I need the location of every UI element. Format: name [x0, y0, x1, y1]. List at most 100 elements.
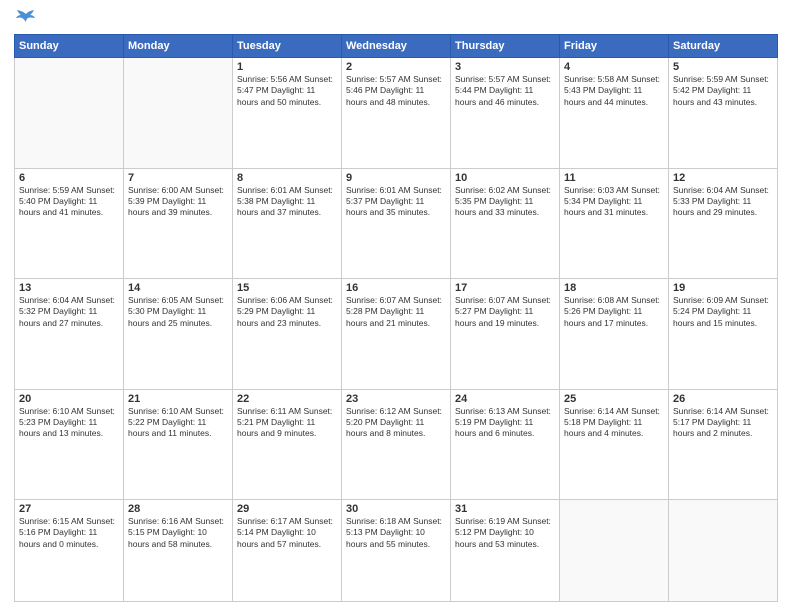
day-info: Sunrise: 6:16 AM Sunset: 5:15 PM Dayligh…	[128, 516, 228, 550]
calendar-cell: 8Sunrise: 6:01 AM Sunset: 5:38 PM Daylig…	[233, 168, 342, 279]
day-number: 20	[19, 393, 119, 405]
calendar-week-2: 6Sunrise: 5:59 AM Sunset: 5:40 PM Daylig…	[15, 168, 778, 279]
day-number: 15	[237, 282, 337, 294]
calendar-cell: 11Sunrise: 6:03 AM Sunset: 5:34 PM Dayli…	[560, 168, 669, 279]
calendar-cell: 2Sunrise: 5:57 AM Sunset: 5:46 PM Daylig…	[342, 58, 451, 169]
day-number: 25	[564, 393, 664, 405]
day-number: 23	[346, 393, 446, 405]
calendar-cell	[560, 500, 669, 602]
day-number: 3	[455, 61, 555, 73]
day-number: 22	[237, 393, 337, 405]
day-info: Sunrise: 6:01 AM Sunset: 5:38 PM Dayligh…	[237, 185, 337, 219]
calendar-cell: 14Sunrise: 6:05 AM Sunset: 5:30 PM Dayli…	[124, 279, 233, 390]
day-number: 6	[19, 172, 119, 184]
day-info: Sunrise: 5:57 AM Sunset: 5:46 PM Dayligh…	[346, 74, 446, 108]
day-header-saturday: Saturday	[669, 35, 778, 58]
day-info: Sunrise: 6:07 AM Sunset: 5:28 PM Dayligh…	[346, 295, 446, 329]
calendar-cell: 7Sunrise: 6:00 AM Sunset: 5:39 PM Daylig…	[124, 168, 233, 279]
day-number: 2	[346, 61, 446, 73]
day-number: 24	[455, 393, 555, 405]
day-number: 21	[128, 393, 228, 405]
day-number: 26	[673, 393, 773, 405]
calendar-cell: 3Sunrise: 5:57 AM Sunset: 5:44 PM Daylig…	[451, 58, 560, 169]
logo-bird-icon	[16, 10, 36, 28]
calendar-table: SundayMondayTuesdayWednesdayThursdayFrid…	[14, 34, 778, 602]
day-header-friday: Friday	[560, 35, 669, 58]
calendar-cell	[124, 58, 233, 169]
day-info: Sunrise: 6:02 AM Sunset: 5:35 PM Dayligh…	[455, 185, 555, 219]
day-number: 14	[128, 282, 228, 294]
calendar-cell: 21Sunrise: 6:10 AM Sunset: 5:22 PM Dayli…	[124, 389, 233, 500]
day-info: Sunrise: 5:59 AM Sunset: 5:40 PM Dayligh…	[19, 185, 119, 219]
calendar-cell: 27Sunrise: 6:15 AM Sunset: 5:16 PM Dayli…	[15, 500, 124, 602]
calendar-week-3: 13Sunrise: 6:04 AM Sunset: 5:32 PM Dayli…	[15, 279, 778, 390]
day-info: Sunrise: 6:08 AM Sunset: 5:26 PM Dayligh…	[564, 295, 664, 329]
day-number: 17	[455, 282, 555, 294]
calendar-week-4: 20Sunrise: 6:10 AM Sunset: 5:23 PM Dayli…	[15, 389, 778, 500]
day-info: Sunrise: 6:00 AM Sunset: 5:39 PM Dayligh…	[128, 185, 228, 219]
day-info: Sunrise: 6:18 AM Sunset: 5:13 PM Dayligh…	[346, 516, 446, 550]
day-number: 16	[346, 282, 446, 294]
day-info: Sunrise: 6:13 AM Sunset: 5:19 PM Dayligh…	[455, 406, 555, 440]
calendar-cell: 24Sunrise: 6:13 AM Sunset: 5:19 PM Dayli…	[451, 389, 560, 500]
calendar-week-5: 27Sunrise: 6:15 AM Sunset: 5:16 PM Dayli…	[15, 500, 778, 602]
day-number: 9	[346, 172, 446, 184]
day-info: Sunrise: 6:05 AM Sunset: 5:30 PM Dayligh…	[128, 295, 228, 329]
header	[14, 10, 778, 26]
calendar-cell: 19Sunrise: 6:09 AM Sunset: 5:24 PM Dayli…	[669, 279, 778, 390]
calendar-cell: 6Sunrise: 5:59 AM Sunset: 5:40 PM Daylig…	[15, 168, 124, 279]
calendar-cell: 12Sunrise: 6:04 AM Sunset: 5:33 PM Dayli…	[669, 168, 778, 279]
day-info: Sunrise: 6:14 AM Sunset: 5:17 PM Dayligh…	[673, 406, 773, 440]
calendar-cell: 25Sunrise: 6:14 AM Sunset: 5:18 PM Dayli…	[560, 389, 669, 500]
day-number: 10	[455, 172, 555, 184]
day-number: 5	[673, 61, 773, 73]
day-info: Sunrise: 5:57 AM Sunset: 5:44 PM Dayligh…	[455, 74, 555, 108]
day-info: Sunrise: 6:04 AM Sunset: 5:32 PM Dayligh…	[19, 295, 119, 329]
day-info: Sunrise: 6:14 AM Sunset: 5:18 PM Dayligh…	[564, 406, 664, 440]
calendar-cell: 31Sunrise: 6:19 AM Sunset: 5:12 PM Dayli…	[451, 500, 560, 602]
calendar-cell: 23Sunrise: 6:12 AM Sunset: 5:20 PM Dayli…	[342, 389, 451, 500]
day-number: 1	[237, 61, 337, 73]
calendar-cell: 26Sunrise: 6:14 AM Sunset: 5:17 PM Dayli…	[669, 389, 778, 500]
day-info: Sunrise: 6:10 AM Sunset: 5:22 PM Dayligh…	[128, 406, 228, 440]
calendar-cell: 4Sunrise: 5:58 AM Sunset: 5:43 PM Daylig…	[560, 58, 669, 169]
day-number: 8	[237, 172, 337, 184]
day-number: 31	[455, 503, 555, 515]
day-info: Sunrise: 5:59 AM Sunset: 5:42 PM Dayligh…	[673, 74, 773, 108]
calendar-cell	[669, 500, 778, 602]
day-info: Sunrise: 6:15 AM Sunset: 5:16 PM Dayligh…	[19, 516, 119, 550]
calendar-cell: 28Sunrise: 6:16 AM Sunset: 5:15 PM Dayli…	[124, 500, 233, 602]
day-number: 27	[19, 503, 119, 515]
day-info: Sunrise: 6:12 AM Sunset: 5:20 PM Dayligh…	[346, 406, 446, 440]
day-header-sunday: Sunday	[15, 35, 124, 58]
day-number: 12	[673, 172, 773, 184]
day-header-tuesday: Tuesday	[233, 35, 342, 58]
calendar-cell	[15, 58, 124, 169]
day-number: 7	[128, 172, 228, 184]
calendar-cell: 1Sunrise: 5:56 AM Sunset: 5:47 PM Daylig…	[233, 58, 342, 169]
calendar-cell: 18Sunrise: 6:08 AM Sunset: 5:26 PM Dayli…	[560, 279, 669, 390]
day-number: 4	[564, 61, 664, 73]
day-number: 30	[346, 503, 446, 515]
calendar-cell: 22Sunrise: 6:11 AM Sunset: 5:21 PM Dayli…	[233, 389, 342, 500]
day-info: Sunrise: 6:11 AM Sunset: 5:21 PM Dayligh…	[237, 406, 337, 440]
day-info: Sunrise: 6:17 AM Sunset: 5:14 PM Dayligh…	[237, 516, 337, 550]
calendar-cell: 15Sunrise: 6:06 AM Sunset: 5:29 PM Dayli…	[233, 279, 342, 390]
calendar-cell: 5Sunrise: 5:59 AM Sunset: 5:42 PM Daylig…	[669, 58, 778, 169]
logo	[14, 10, 36, 26]
day-number: 28	[128, 503, 228, 515]
calendar-cell: 10Sunrise: 6:02 AM Sunset: 5:35 PM Dayli…	[451, 168, 560, 279]
day-header-monday: Monday	[124, 35, 233, 58]
calendar-cell: 9Sunrise: 6:01 AM Sunset: 5:37 PM Daylig…	[342, 168, 451, 279]
calendar-cell: 29Sunrise: 6:17 AM Sunset: 5:14 PM Dayli…	[233, 500, 342, 602]
day-info: Sunrise: 6:09 AM Sunset: 5:24 PM Dayligh…	[673, 295, 773, 329]
day-info: Sunrise: 6:04 AM Sunset: 5:33 PM Dayligh…	[673, 185, 773, 219]
day-info: Sunrise: 6:01 AM Sunset: 5:37 PM Dayligh…	[346, 185, 446, 219]
day-number: 11	[564, 172, 664, 184]
calendar-cell: 16Sunrise: 6:07 AM Sunset: 5:28 PM Dayli…	[342, 279, 451, 390]
day-header-wednesday: Wednesday	[342, 35, 451, 58]
calendar-cell: 20Sunrise: 6:10 AM Sunset: 5:23 PM Dayli…	[15, 389, 124, 500]
day-info: Sunrise: 5:56 AM Sunset: 5:47 PM Dayligh…	[237, 74, 337, 108]
day-info: Sunrise: 6:03 AM Sunset: 5:34 PM Dayligh…	[564, 185, 664, 219]
calendar-cell: 13Sunrise: 6:04 AM Sunset: 5:32 PM Dayli…	[15, 279, 124, 390]
